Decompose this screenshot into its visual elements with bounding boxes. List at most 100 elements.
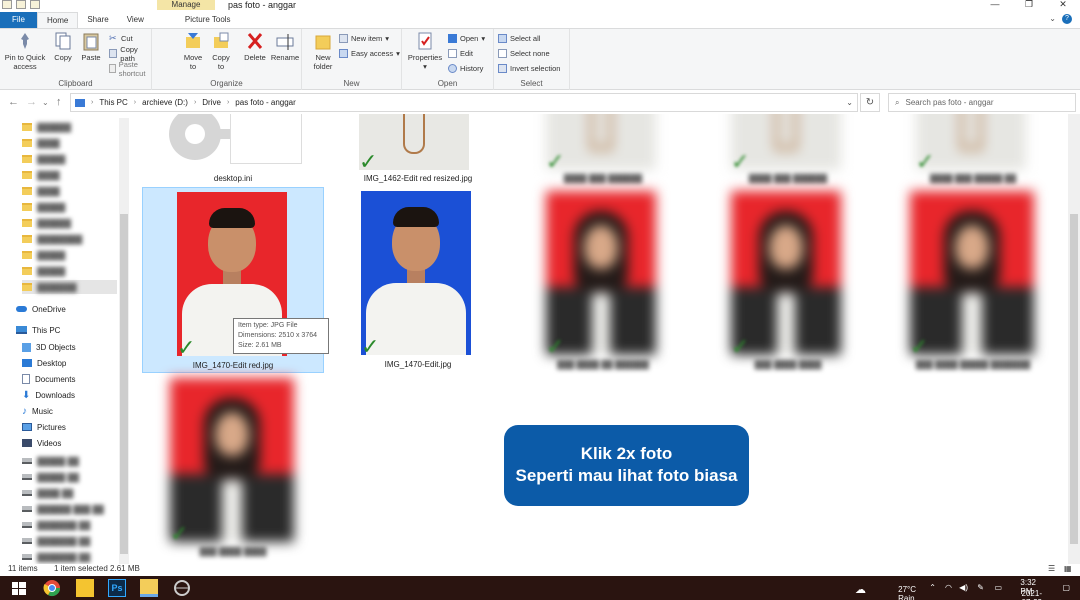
nav-scrollbar-thumb[interactable] (120, 214, 128, 554)
large-icons-view-icon[interactable]: ▦ (1064, 564, 1072, 573)
sticky-notes-icon[interactable] (76, 579, 94, 597)
file-tile-blurred[interactable]: ✓ ███ ████ ██ ██████ (512, 187, 694, 373)
weather-text[interactable]: 27°C Rain (898, 585, 916, 600)
rename-button[interactable]: Rename (270, 31, 300, 62)
up-arrow-icon[interactable]: ↑ (56, 96, 62, 108)
edit-button[interactable]: Edit (448, 48, 473, 59)
nav-item-quick-access[interactable]: ████ (22, 136, 60, 150)
copy-button[interactable]: Copy (50, 31, 76, 62)
tab-home[interactable]: Home (37, 12, 79, 28)
nav-item-quick-access[interactable]: ██████ (22, 120, 71, 134)
breadcrumb-current-folder[interactable]: pas foto - anggar (235, 98, 295, 107)
nav-item-drive[interactable]: ███████ ██ (22, 534, 90, 548)
copy-path-button[interactable]: Copy path (109, 45, 151, 63)
file-tile-blurred[interactable]: ✓ ███ ████ █████ ███████ (882, 187, 1064, 373)
invert-selection-button[interactable]: Invert selection (498, 63, 560, 74)
windows-start-icon[interactable] (10, 579, 28, 597)
tab-view[interactable]: View (118, 12, 153, 28)
nav-item-this-pc[interactable]: This PC (16, 323, 60, 337)
properties-icon[interactable] (16, 0, 26, 9)
app-globe-icon[interactable] (173, 579, 191, 597)
file-view-scrollbar[interactable] (1068, 114, 1080, 564)
select-all-button[interactable]: Select all (498, 33, 540, 44)
nav-item-desktop[interactable]: Desktop (22, 356, 66, 370)
nav-item-quick-access[interactable]: ████ (22, 184, 60, 198)
tab-picture-tools[interactable]: Picture Tools (176, 12, 240, 28)
file-tile-blurred[interactable]: ✓ ███ ████ ████ (697, 187, 879, 373)
cut-button[interactable]: ✂ Cut (109, 33, 133, 44)
search-input[interactable]: ⌕ Search pas foto - anggar (888, 93, 1076, 112)
nav-item-documents[interactable]: Documents (22, 372, 75, 386)
network-icon[interactable]: ◠ (945, 583, 952, 592)
breadcrumb-drive-folder[interactable]: Drive (202, 98, 221, 107)
chevron-up-icon[interactable]: ⌃ (929, 583, 936, 592)
delete-button[interactable]: Delete (242, 31, 268, 62)
nav-item-drive[interactable]: ████ ██ (22, 486, 73, 500)
close-button[interactable]: ✕ (1046, 0, 1080, 10)
photoshop-icon[interactable]: Ps (108, 579, 126, 597)
move-to-button[interactable]: Move to (182, 31, 204, 71)
nav-item-downloads[interactable]: ⬇ Downloads (22, 388, 75, 402)
paste-shortcut-button[interactable]: Paste shortcut (109, 60, 151, 78)
chrome-icon[interactable] (43, 579, 61, 597)
file-explorer-icon[interactable] (140, 579, 158, 597)
nav-item-3d-objects[interactable]: 3D Objects (22, 340, 76, 354)
nav-item-pictures[interactable]: Pictures (22, 420, 66, 434)
nav-item-quick-access[interactable]: █████ (22, 264, 65, 278)
nav-item-quick-access[interactable]: ████████ (22, 232, 82, 246)
weather-cloud-icon[interactable]: ☁ (855, 583, 866, 596)
paste-button[interactable]: Paste (78, 31, 104, 62)
address-dropdown-icon[interactable]: ⌄ (846, 98, 853, 107)
nav-item-quick-access[interactable]: █████ (22, 200, 65, 214)
open-button[interactable]: Open ▾ (448, 33, 485, 44)
easy-access-button[interactable]: Easy access ▾ (339, 48, 400, 59)
file-view-scrollbar-thumb[interactable] (1070, 214, 1078, 544)
maximize-button[interactable]: ❐ (1012, 0, 1046, 10)
nav-item-drive[interactable]: █████ ██ (22, 470, 79, 484)
minimize-button[interactable]: — (978, 0, 1012, 10)
address-box[interactable]: › This PC › archieve (D:) › Drive › pas … (70, 93, 858, 112)
refresh-button[interactable]: ↻ (860, 93, 880, 112)
file-tile-blurred[interactable]: ✓ ███ ████ ████ (142, 374, 324, 560)
language-icon[interactable]: ▭ (994, 583, 1002, 592)
nav-item-drive[interactable]: █████ ██ (22, 454, 79, 468)
new-folder-button[interactable]: New folder (310, 31, 336, 71)
tab-file[interactable]: File (0, 12, 37, 28)
history-button[interactable]: History (448, 63, 483, 74)
pen-icon[interactable]: ✎ (977, 583, 984, 592)
properties-button[interactable]: Properties ▾ (407, 31, 443, 71)
file-tile-img1470-edit[interactable]: ✓ IMG_1470-Edit.jpg (327, 187, 509, 373)
nav-item-drive[interactable]: ███████ ██ (22, 550, 90, 564)
nav-item-onedrive[interactable]: OneDrive (16, 302, 66, 316)
nav-item-quick-access[interactable]: ██████ (22, 216, 71, 230)
new-item-button[interactable]: New item ▾ (339, 33, 389, 44)
speaker-icon[interactable]: ◀) (959, 583, 968, 592)
chevron-down-icon[interactable]: ⌄ (1049, 14, 1056, 24)
folder-icon[interactable] (2, 0, 12, 9)
select-none-button[interactable]: Select none (498, 48, 550, 59)
nav-item-quick-access[interactable]: █████ (22, 152, 65, 166)
forward-arrow-icon[interactable]: → (26, 96, 37, 108)
nav-item-music[interactable]: ♪ Music (22, 404, 53, 418)
recent-locations-chevron-icon[interactable]: ⌄ (42, 98, 49, 107)
back-arrow-icon[interactable]: ← (8, 96, 19, 108)
nav-item-videos[interactable]: Videos (22, 436, 61, 450)
quick-access-toolbar[interactable] (2, 0, 40, 9)
clock-date[interactable]: 2021-07-23 (1022, 589, 1042, 600)
file-tile-img1470-edit-red[interactable]: ✓ IMG_1470-Edit red.jpg Item type: JPG F… (142, 187, 329, 373)
breadcrumb-archieve-drive[interactable]: archieve (D:) (142, 98, 188, 107)
nav-item-drive[interactable]: ██████ ███ ██ (22, 502, 104, 516)
pin-to-quick-access-button[interactable]: Pin to Quick access (3, 31, 47, 71)
nav-scrollbar[interactable] (119, 118, 129, 564)
nav-item-quick-access[interactable]: ████ (22, 168, 60, 182)
nav-item-quick-access[interactable]: █████ (22, 248, 65, 262)
help-icon[interactable]: ? (1062, 14, 1072, 24)
tab-share[interactable]: Share (78, 12, 117, 28)
new-folder-icon[interactable] (30, 0, 40, 9)
nav-item-drive[interactable]: ███████ ██ (22, 518, 90, 532)
details-view-icon[interactable]: ☰ (1048, 564, 1055, 573)
breadcrumb-this-pc[interactable]: This PC (99, 98, 127, 107)
nav-item-quick-access-selected[interactable]: ███████ (22, 280, 117, 294)
notification-icon[interactable]: ▢ (1062, 583, 1070, 592)
copy-to-button[interactable]: Copy to (210, 31, 232, 71)
